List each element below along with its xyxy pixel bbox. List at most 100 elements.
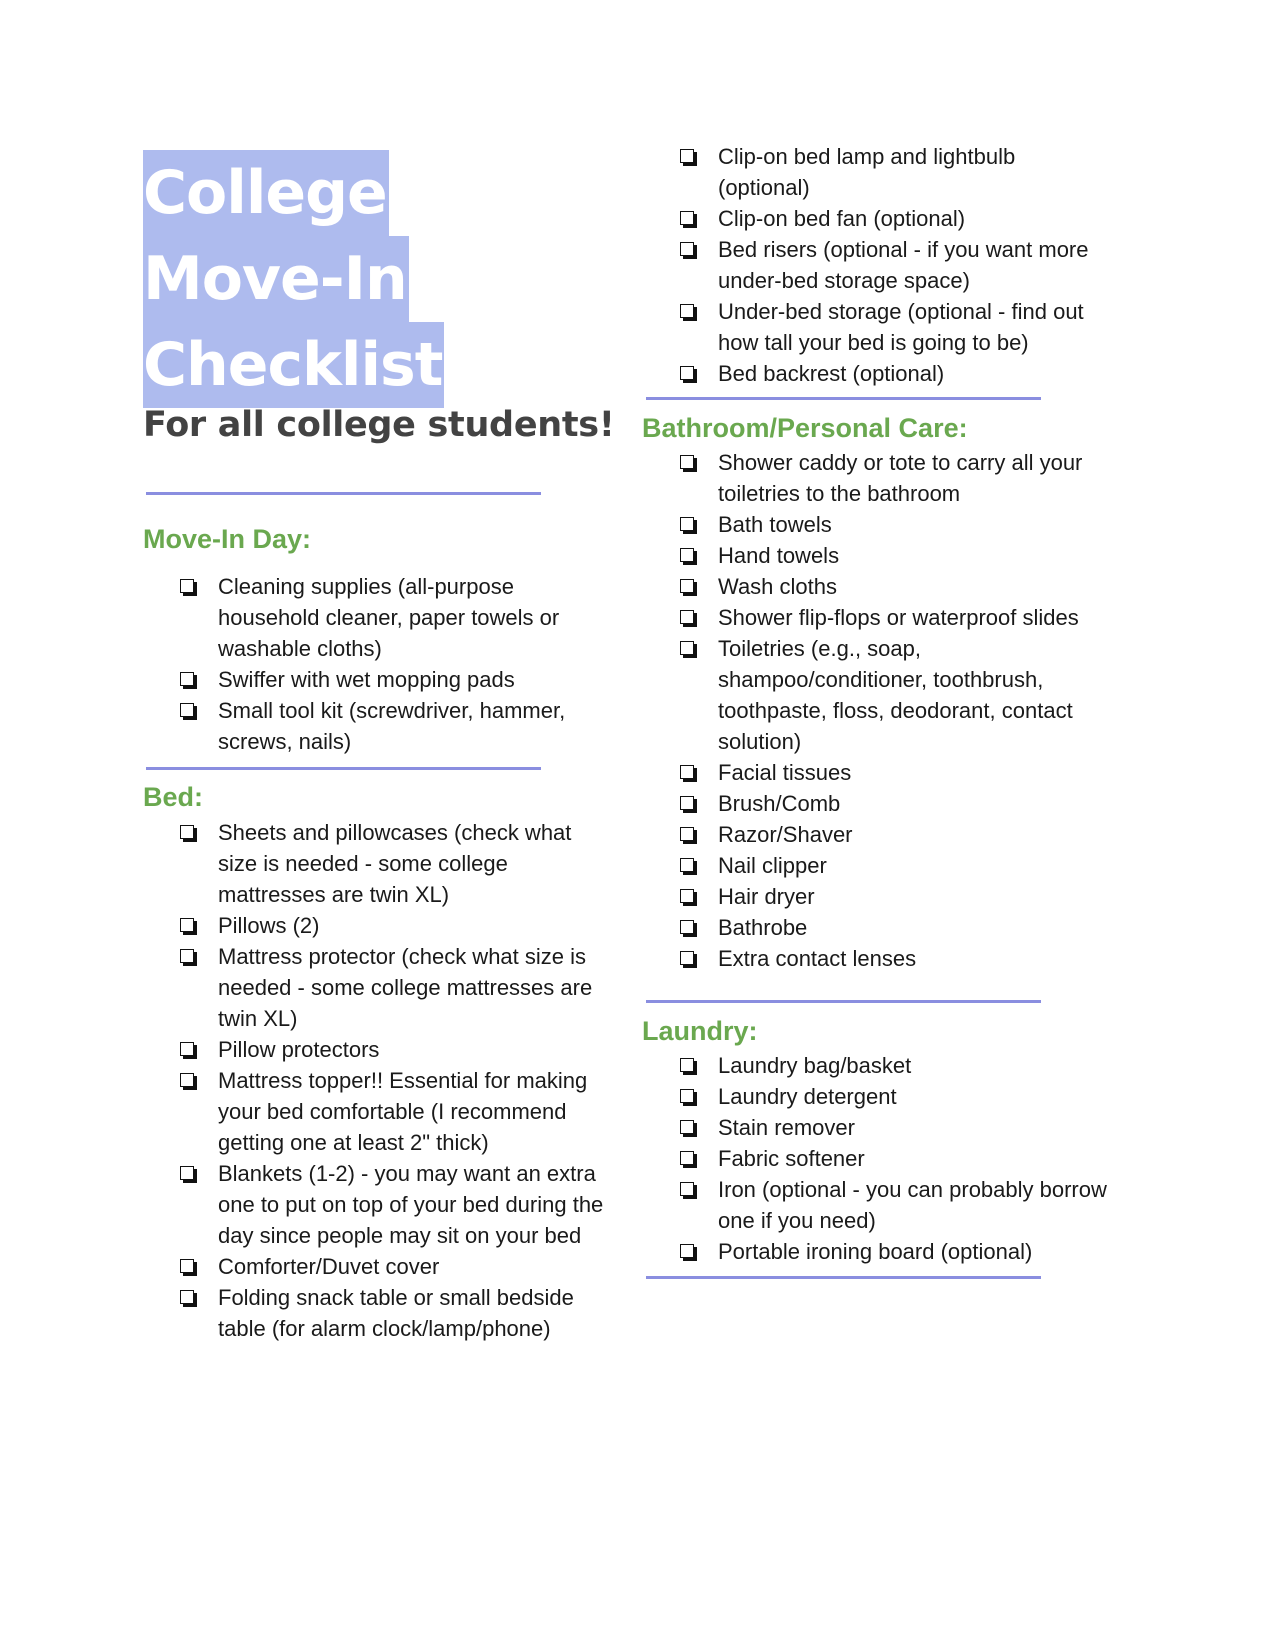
checklist-item: Pillow protectors	[180, 1034, 610, 1065]
checkbox-icon[interactable]	[180, 1073, 194, 1087]
checkbox-icon[interactable]	[680, 211, 694, 225]
checkbox-icon[interactable]	[680, 579, 694, 593]
checklist-item-text: Bathrobe	[718, 915, 808, 940]
checkbox-icon[interactable]	[680, 455, 694, 469]
page-title: College Move-In Checklist	[143, 150, 445, 408]
checklist-item: Wash cloths	[680, 571, 1110, 602]
checklist-item-text: Facial tissues	[718, 760, 852, 785]
checkbox-icon[interactable]	[680, 548, 694, 562]
checklist-bed: Sheets and pillowcases (check what size …	[180, 817, 610, 1344]
section-heading-laundry: Laundry:	[642, 1016, 758, 1046]
checklist-item-text: Laundry bag/basket	[718, 1053, 912, 1078]
checklist-item: Cleaning supplies (all-purpose household…	[180, 571, 610, 664]
checkbox-icon[interactable]	[680, 765, 694, 779]
checkbox-icon[interactable]	[680, 796, 694, 810]
checklist-item-text: Bath towels	[718, 512, 832, 537]
checkbox-icon[interactable]	[680, 1120, 694, 1134]
checklist-item: Folding snack table or small bedside tab…	[180, 1282, 610, 1344]
checklist-item: Laundry detergent	[680, 1081, 1110, 1112]
checklist-item-text: Clip-on bed lamp and lightbulb (optional…	[718, 144, 1016, 200]
checklist-item-text: Sheets and pillowcases (check what size …	[218, 820, 572, 907]
checkbox-icon[interactable]	[680, 304, 694, 318]
checklist-item: Brush/Comb	[680, 788, 1110, 819]
checkbox-icon[interactable]	[680, 517, 694, 531]
checklist-item-text: Folding snack table or small bedside tab…	[218, 1285, 574, 1341]
checklist-item: Swiffer with wet mopping pads	[180, 664, 610, 695]
checkbox-icon[interactable]	[680, 149, 694, 163]
checklist-item-text: Mattress protector (check what size is n…	[218, 944, 593, 1031]
section-divider	[146, 492, 541, 495]
checkbox-icon[interactable]	[680, 951, 694, 965]
checklist-item-text: Laundry detergent	[718, 1084, 897, 1109]
checkbox-icon[interactable]	[180, 825, 194, 839]
checklist-item: Bath towels	[680, 509, 1110, 540]
checkbox-icon[interactable]	[680, 1244, 694, 1258]
checklist-item: Hand towels	[680, 540, 1110, 571]
checkbox-icon[interactable]	[180, 949, 194, 963]
checkbox-icon[interactable]	[680, 242, 694, 256]
checklist-item-text: Brush/Comb	[718, 791, 841, 816]
checklist-item: Bed backrest (optional)	[680, 358, 1110, 389]
section-divider	[646, 397, 1041, 400]
checkbox-icon[interactable]	[180, 1259, 194, 1273]
checkbox-icon[interactable]	[680, 641, 694, 655]
checklist-item: Under-bed storage (optional - find out h…	[680, 296, 1110, 358]
checklist-item-text: Razor/Shaver	[718, 822, 853, 847]
section-heading-bathroom: Bathroom/Personal Care:	[642, 413, 968, 443]
title-line: Checklist	[143, 322, 445, 408]
checklist-item-text: Comforter/Duvet cover	[218, 1254, 440, 1279]
checkbox-icon[interactable]	[680, 827, 694, 841]
checkbox-icon[interactable]	[680, 366, 694, 380]
checklist-item: Razor/Shaver	[680, 819, 1110, 850]
checklist-item-text: Fabric softener	[718, 1146, 865, 1171]
checkbox-icon[interactable]	[180, 918, 194, 932]
checklist-item: Shower caddy or tote to carry all your t…	[680, 447, 1110, 509]
section-heading-bed: Bed:	[143, 782, 203, 812]
checklist-item: Stain remover	[680, 1112, 1110, 1143]
checklist-bathroom: Shower caddy or tote to carry all your t…	[680, 447, 1110, 974]
checklist-item-text: Pillow protectors	[218, 1037, 380, 1062]
checklist-item: Nail clipper	[680, 850, 1110, 881]
section-divider	[146, 767, 541, 770]
checklist-item: Blankets (1-2) - you may want an extra o…	[180, 1158, 610, 1251]
checklist-item: Bathrobe	[680, 912, 1110, 943]
checklist-item-text: Cleaning supplies (all-purpose household…	[218, 574, 560, 661]
checkbox-icon[interactable]	[180, 703, 194, 717]
checklist-item-text: Shower caddy or tote to carry all your t…	[718, 450, 1083, 506]
checklist-item: Portable ironing board (optional)	[680, 1236, 1110, 1267]
checklist-item-text: Hair dryer	[718, 884, 815, 909]
checklist-item: Small tool kit (screwdriver, hammer, scr…	[180, 695, 610, 757]
checkbox-icon[interactable]	[180, 672, 194, 686]
checklist-item-text: Clip-on bed fan (optional)	[718, 206, 966, 231]
checkbox-icon[interactable]	[680, 920, 694, 934]
checklist-item: Laundry bag/basket	[680, 1050, 1110, 1081]
checkbox-icon[interactable]	[180, 1166, 194, 1180]
checklist-item: Comforter/Duvet cover	[180, 1251, 610, 1282]
checklist-item: Shower flip-flops or waterproof slides	[680, 602, 1110, 633]
checkbox-icon[interactable]	[680, 889, 694, 903]
checklist-item-text: Bed risers (optional - if you want more …	[718, 237, 1089, 293]
checkbox-icon[interactable]	[680, 1089, 694, 1103]
checklist-item-text: Shower flip-flops or waterproof slides	[718, 605, 1079, 630]
checklist-item-text: Pillows (2)	[218, 913, 320, 938]
checklist-item-text: Hand towels	[718, 543, 840, 568]
checklist-item-text: Wash cloths	[718, 574, 838, 599]
checkbox-icon[interactable]	[680, 858, 694, 872]
section-divider	[646, 1276, 1041, 1279]
checklist-item: Facial tissues	[680, 757, 1110, 788]
checklist-item-text: Under-bed storage (optional - find out h…	[718, 299, 1084, 355]
checkbox-icon[interactable]	[180, 1290, 194, 1304]
checklist-item: Pillows (2)	[180, 910, 610, 941]
checkbox-icon[interactable]	[180, 1042, 194, 1056]
checklist-item-text: Stain remover	[718, 1115, 855, 1140]
section-divider	[646, 1000, 1041, 1003]
checklist-move-in: Cleaning supplies (all-purpose household…	[180, 571, 610, 757]
checklist-item-text: Toiletries (e.g., soap, shampoo/conditio…	[718, 636, 1073, 754]
checkbox-icon[interactable]	[680, 1058, 694, 1072]
checkbox-icon[interactable]	[680, 1151, 694, 1165]
checkbox-icon[interactable]	[680, 1182, 694, 1196]
checklist-item: Iron (optional - you can probably borrow…	[680, 1174, 1110, 1236]
checkbox-icon[interactable]	[180, 579, 194, 593]
checkbox-icon[interactable]	[680, 610, 694, 624]
checklist-item: Toiletries (e.g., soap, shampoo/conditio…	[680, 633, 1110, 757]
